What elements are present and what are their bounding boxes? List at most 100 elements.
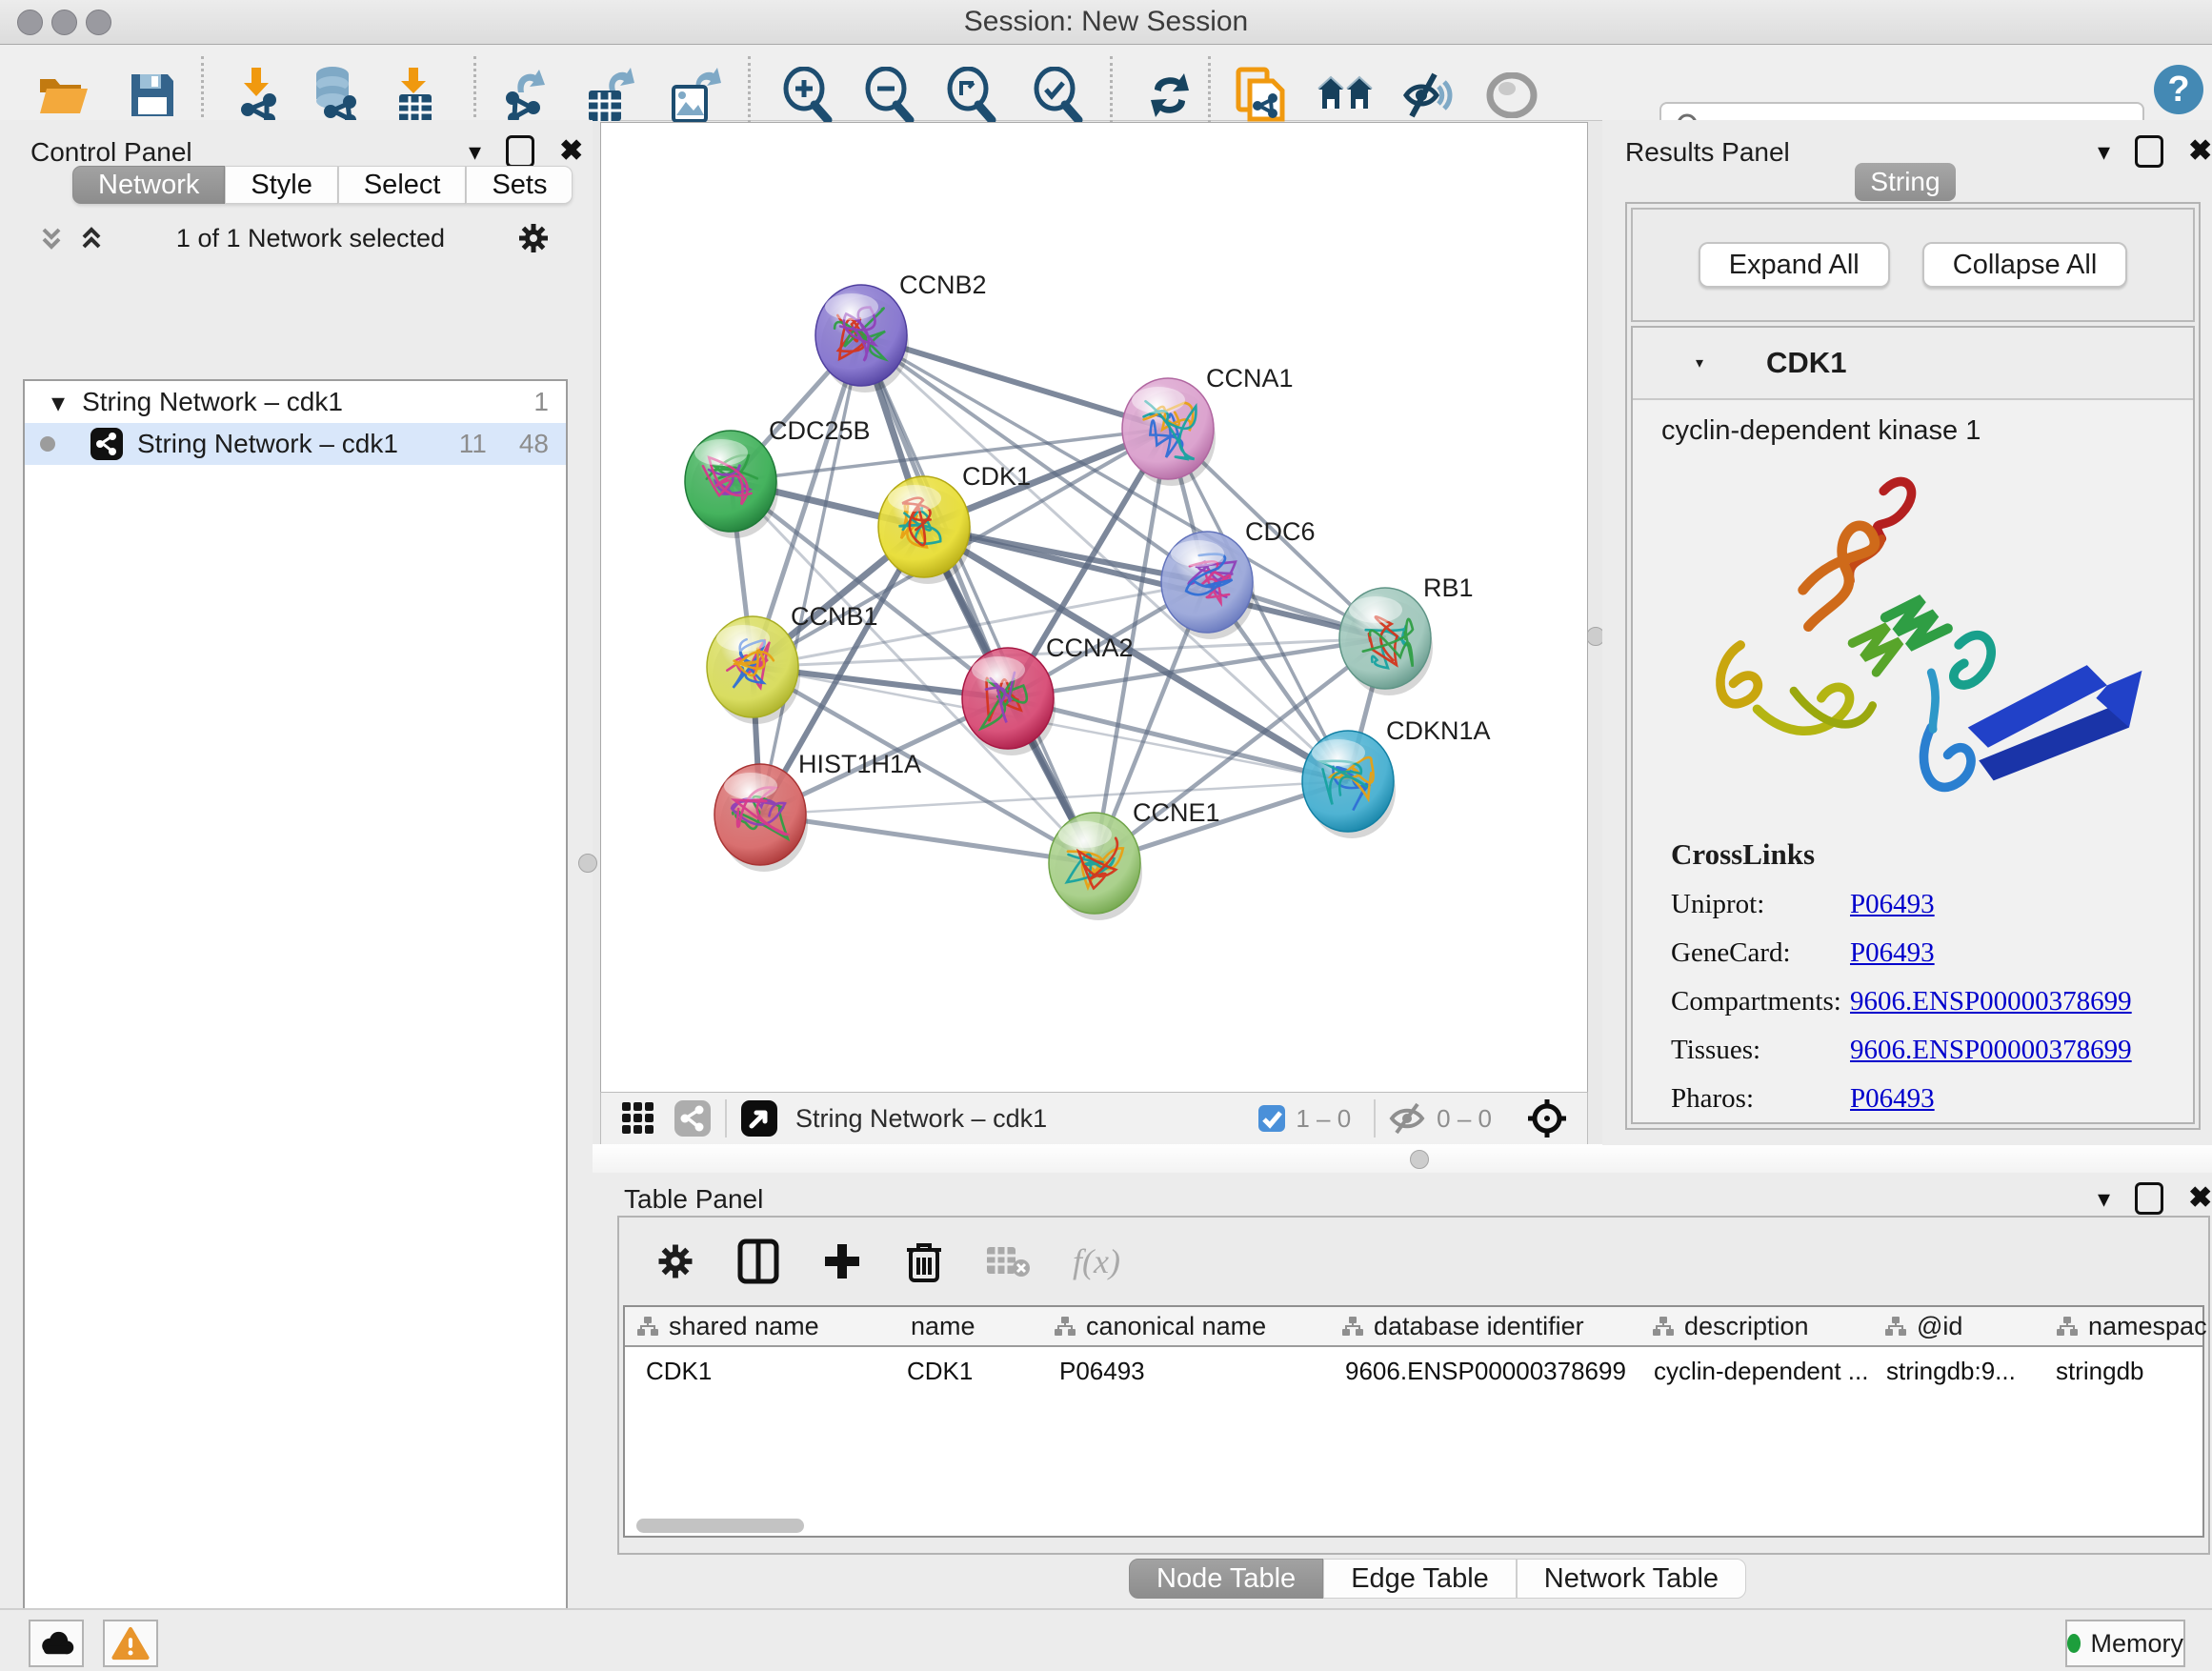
column-header[interactable]: database identifier [1330, 1307, 1642, 1345]
string-home-button[interactable] [1315, 65, 1376, 126]
network-options-gear-icon[interactable] [516, 221, 551, 255]
collapse-all-button[interactable]: Collapse All [1922, 242, 2128, 288]
tab-select[interactable]: Select [338, 166, 467, 204]
selected-checkbox-icon[interactable] [1257, 1104, 1286, 1133]
tab-network[interactable]: Network [72, 166, 225, 204]
crosslink-link[interactable]: P06493 [1850, 889, 1935, 920]
network-node-ccne1[interactable] [1049, 813, 1142, 920]
network-edge[interactable] [861, 335, 1095, 863]
float-panel-icon[interactable] [506, 135, 534, 168]
cloud-button[interactable] [29, 1620, 84, 1667]
import-table-file-button[interactable] [384, 65, 445, 126]
expand-collapse-bar: Expand All Collapse All [1631, 208, 2195, 322]
zoom-fit-button[interactable] [940, 65, 1001, 126]
help-button[interactable]: ? [2151, 62, 2206, 117]
collapse-triangle-icon[interactable]: ▾ [1696, 353, 1703, 372]
network-node-ccnb2[interactable] [815, 285, 909, 393]
network-edge[interactable] [760, 815, 1095, 863]
export-table-button[interactable] [579, 65, 640, 126]
tab-network-table[interactable]: Network Table [1517, 1559, 1746, 1599]
left-splitter-handle[interactable] [578, 854, 597, 873]
panel-menu-caret-icon[interactable]: ▾ [469, 137, 481, 167]
delete-column-trash-icon[interactable] [905, 1238, 943, 1284]
refresh-button[interactable] [1139, 65, 1200, 126]
table-cell[interactable]: stringdb:9... [1886, 1357, 2016, 1386]
network-node-rb1[interactable] [1339, 588, 1433, 695]
toggle-glass-effect-button[interactable] [1399, 65, 1460, 126]
network-node-cdk1[interactable] [878, 476, 972, 584]
tab-style[interactable]: Style [225, 166, 337, 204]
show-graphics-details-button[interactable] [1481, 65, 1542, 126]
tab-edge-table[interactable]: Edge Table [1323, 1559, 1517, 1599]
fit-selected-crosshair-icon[interactable] [1526, 1097, 1568, 1139]
show-columns-icon[interactable] [737, 1238, 779, 1284]
share-view-icon[interactable] [674, 1099, 712, 1137]
tab-node-table[interactable]: Node Table [1129, 1559, 1323, 1599]
copy-network-button[interactable] [1232, 65, 1293, 126]
tab-sets[interactable]: Sets [466, 166, 573, 204]
close-panel-icon[interactable]: ✖ [559, 138, 583, 165]
delete-table-icon[interactable] [985, 1243, 1031, 1279]
save-session-button[interactable] [122, 65, 183, 126]
tab-string[interactable]: String [1855, 163, 1956, 201]
network-edge[interactable] [760, 335, 861, 815]
float-panel-icon[interactable] [2135, 135, 2163, 168]
panel-menu-caret-icon[interactable]: ▾ [2098, 1184, 2110, 1214]
column-header[interactable]: namespac [2044, 1307, 2202, 1345]
zoom-out-button[interactable] [858, 65, 919, 126]
export-network-button[interactable] [497, 65, 558, 126]
import-network-database-button[interactable] [305, 65, 366, 126]
crosslink-link[interactable]: P06493 [1850, 1083, 1935, 1115]
table-cell[interactable]: 9606.ENSP00000378699 [1345, 1357, 1626, 1386]
memory-button[interactable]: Memory [2065, 1620, 2185, 1667]
collapse-all-chevron-icon[interactable] [38, 224, 65, 252]
crosslink-link[interactable]: 9606.ENSP00000378699 [1850, 1035, 2132, 1066]
horizontal-splitter-handle[interactable] [1410, 1150, 1429, 1169]
network-collection-row[interactable]: ▾ String Network – cdk1 1 [25, 381, 566, 423]
table-cell[interactable]: cyclin-dependent ... [1654, 1357, 1868, 1386]
network-node-ccnb1[interactable] [707, 616, 800, 724]
table-settings-gear-icon[interactable] [655, 1241, 695, 1281]
crosslink-link[interactable]: P06493 [1850, 937, 1935, 969]
hidden-eye-slash-icon[interactable] [1389, 1102, 1427, 1135]
zoom-selected-button[interactable] [1027, 65, 1088, 126]
table-cell[interactable]: CDK1 [646, 1357, 712, 1386]
export-image-button[interactable] [664, 65, 725, 126]
horizontal-splitter[interactable] [593, 1144, 2212, 1173]
network-node-cdkn1a[interactable] [1302, 731, 1396, 838]
gene-description: cyclin-dependent kinase 1 [1633, 400, 2193, 447]
grid-view-icon[interactable] [620, 1100, 656, 1137]
network-node-hist1h1a[interactable] [714, 764, 808, 872]
network-node-ccna1[interactable] [1122, 378, 1216, 486]
crosslink-link[interactable]: 9606.ENSP00000378699 [1850, 986, 2132, 1017]
network-view-canvas[interactable]: CCNB2CCNA1CDC25BCDK1CDC6RB1CCNB1CCNA2CDK… [600, 122, 1588, 1093]
column-header[interactable]: shared name [625, 1307, 892, 1345]
column-header[interactable]: description [1640, 1307, 1875, 1345]
float-panel-icon[interactable] [2135, 1182, 2163, 1215]
node-table[interactable]: shared name name canonical name database… [623, 1305, 2204, 1538]
add-column-plus-icon[interactable] [821, 1240, 863, 1282]
birds-eye-view-icon[interactable] [740, 1099, 778, 1137]
function-builder-fx-icon[interactable]: f(x) [1073, 1241, 1120, 1281]
import-network-file-button[interactable] [227, 65, 288, 126]
expand-all-chevron-icon[interactable] [78, 224, 105, 252]
horizontal-scrollbar-thumb[interactable] [636, 1519, 804, 1533]
open-session-button[interactable] [33, 65, 94, 126]
table-cell[interactable]: P06493 [1059, 1357, 1145, 1386]
column-header[interactable]: name [890, 1307, 1044, 1345]
warnings-button[interactable] [103, 1620, 158, 1667]
table-cell[interactable]: stringdb [2056, 1357, 2144, 1386]
collapse-triangle-icon[interactable]: ▾ [51, 387, 65, 418]
network-row[interactable]: String Network – cdk1 11 48 [25, 423, 566, 465]
close-panel-icon[interactable]: ✖ [2188, 1185, 2212, 1212]
table-cell[interactable]: CDK1 [907, 1357, 973, 1386]
network-node-cdc25b[interactable] [685, 431, 778, 538]
expand-all-button[interactable]: Expand All [1699, 242, 1890, 288]
network-graph[interactable]: CCNB2CCNA1CDC25BCDK1CDC6RB1CCNB1CCNA2CDK… [601, 123, 1587, 1092]
close-panel-icon[interactable]: ✖ [2188, 138, 2212, 165]
column-header[interactable]: canonical name [1042, 1307, 1332, 1345]
column-header[interactable]: @id [1873, 1307, 2046, 1345]
panel-menu-caret-icon[interactable]: ▾ [2098, 137, 2110, 167]
gene-section-header[interactable]: ▾ CDK1 [1633, 328, 2193, 400]
zoom-in-button[interactable] [776, 65, 837, 126]
